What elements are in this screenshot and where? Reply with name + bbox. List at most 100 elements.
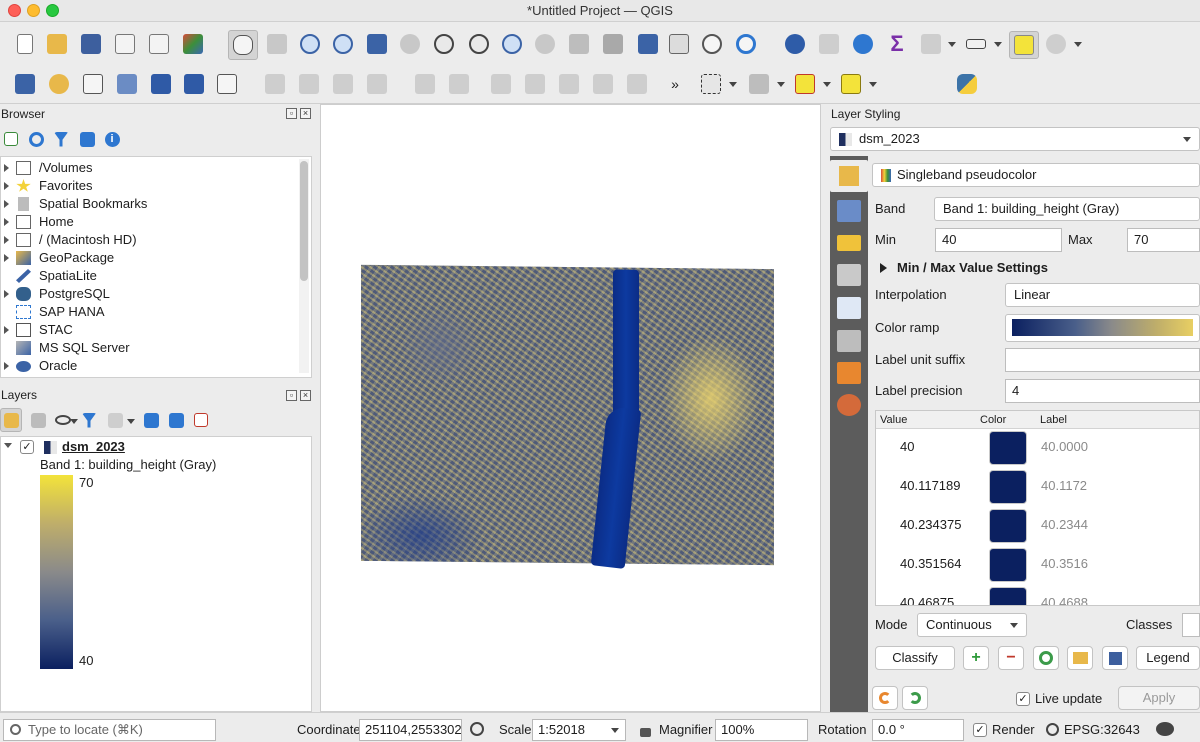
max-input[interactable]: 70: [1127, 228, 1200, 252]
expand-arrow-icon[interactable]: [4, 164, 9, 172]
processing-toolbox-button[interactable]: [850, 31, 876, 57]
expand-arrow-icon[interactable]: [4, 182, 9, 190]
tab-history[interactable]: [837, 362, 861, 384]
expand-all-button[interactable]: [140, 408, 162, 432]
help-button[interactable]: i: [101, 128, 123, 150]
open-layer-styling-button[interactable]: [0, 408, 22, 432]
browser-item-mssql[interactable]: MS SQL Server: [1, 339, 301, 357]
new-bookmark-button[interactable]: [566, 31, 592, 57]
pan-map-button[interactable]: [228, 30, 258, 60]
close-panel-icon[interactable]: ×: [300, 390, 311, 401]
browser-item-spatialite[interactable]: SpatiaLite: [1, 267, 301, 285]
new-print-layout-button[interactable]: [112, 31, 138, 57]
coordinate-input[interactable]: 251104,2553302: [359, 719, 462, 741]
map-canvas[interactable]: [320, 104, 821, 712]
render-checkbox[interactable]: ✓: [973, 723, 987, 737]
data-source-manager-button[interactable]: [12, 71, 38, 97]
expand-arrow-icon[interactable]: [4, 326, 9, 334]
filter-browser-button[interactable]: [50, 128, 72, 150]
add-group-button[interactable]: [27, 408, 49, 432]
zoom-in-button[interactable]: [297, 31, 323, 57]
zoom-native-button[interactable]: [466, 31, 492, 57]
chevron-down-icon[interactable]: [948, 42, 956, 47]
table-row[interactable]: 40 40.0000: [876, 429, 1199, 467]
load-colormap-button[interactable]: [1067, 646, 1093, 670]
table-row[interactable]: 40.234375 40.2344: [876, 507, 1199, 545]
paste-features-button[interactable]: [624, 71, 650, 97]
chevron-down-icon[interactable]: [777, 82, 785, 87]
color-swatch[interactable]: [989, 431, 1027, 465]
renderer-type-combo[interactable]: Singleband pseudocolor: [872, 163, 1200, 187]
tab-undo[interactable]: [837, 394, 861, 416]
zoom-out-button[interactable]: [330, 31, 356, 57]
select-by-value-button[interactable]: [746, 71, 772, 97]
interpolation-combo[interactable]: Linear: [1005, 283, 1200, 307]
browser-item-geopackage[interactable]: GeoPackage: [1, 249, 301, 267]
tab-rendering[interactable]: [837, 330, 861, 352]
float-panel-icon[interactable]: ▫: [286, 390, 297, 401]
expand-arrow-icon[interactable]: [4, 290, 9, 298]
live-update-checkbox[interactable]: ✓: [1016, 692, 1030, 706]
minmax-settings-header[interactable]: Min / Max Value Settings: [897, 259, 1048, 277]
delete-selected-button[interactable]: [522, 71, 548, 97]
toggle-editing-button[interactable]: [296, 71, 322, 97]
more-tools-button[interactable]: »: [662, 71, 688, 97]
add-raster-layer-button[interactable]: [181, 71, 207, 97]
new-geopackage-button[interactable]: [46, 71, 72, 97]
add-virtual-layer-button[interactable]: [214, 71, 240, 97]
toggle-extents-button[interactable]: [466, 718, 488, 740]
select-features-button[interactable]: [698, 71, 724, 97]
identify-features-button[interactable]: [782, 31, 808, 57]
tab-labels[interactable]: [837, 235, 861, 251]
column-header-value[interactable]: Value: [880, 411, 907, 429]
new-project-button[interactable]: [12, 31, 38, 57]
map-tips-button[interactable]: [1009, 31, 1039, 59]
open-table-button[interactable]: [918, 31, 944, 57]
tab-information[interactable]: [837, 297, 861, 319]
scrollbar-thumb[interactable]: [300, 161, 308, 281]
classify-button[interactable]: Classify: [875, 646, 955, 670]
browser-item-oracle[interactable]: Oracle: [1, 357, 301, 375]
zoom-next-button[interactable]: [532, 31, 558, 57]
color-ramp-combo[interactable]: [1005, 314, 1200, 342]
vertex-tool-button[interactable]: [446, 71, 472, 97]
remove-value-button[interactable]: −: [998, 646, 1024, 670]
classes-input[interactable]: [1182, 613, 1200, 637]
color-swatch[interactable]: [989, 509, 1027, 543]
new-map-view-button[interactable]: [635, 31, 661, 57]
undo-button[interactable]: [872, 686, 898, 710]
label-unit-suffix-input[interactable]: [1005, 348, 1200, 372]
table-row[interactable]: 40.46875 40.4688: [876, 585, 1199, 605]
scale-combo[interactable]: 1:52018: [532, 719, 626, 741]
python-console-button[interactable]: [954, 71, 980, 97]
expand-arrow-icon[interactable]: [4, 236, 9, 244]
add-selected-layers-button[interactable]: [0, 128, 22, 150]
close-panel-icon[interactable]: ×: [300, 108, 311, 119]
column-header-color[interactable]: Color: [980, 411, 1006, 429]
add-feature-button[interactable]: [412, 71, 438, 97]
apply-button[interactable]: Apply: [1118, 686, 1200, 710]
zoom-to-selection-button[interactable]: [397, 31, 423, 57]
browser-item-favorites[interactable]: Favorites: [1, 177, 301, 195]
temporal-controller-button[interactable]: [699, 31, 725, 57]
zoom-to-layer-button[interactable]: [431, 31, 457, 57]
browser-item-volumes[interactable]: /Volumes: [1, 159, 301, 177]
chevron-down-icon[interactable]: [70, 419, 78, 424]
chevron-down-icon[interactable]: [1074, 42, 1082, 47]
layout-manager-button[interactable]: [146, 31, 172, 57]
browser-item-sap-hana[interactable]: SAP HANA: [1, 303, 301, 321]
copy-features-button[interactable]: [590, 71, 616, 97]
legend-settings-button[interactable]: Legend: [1136, 646, 1200, 670]
reverse-button[interactable]: [1033, 646, 1059, 670]
mode-combo[interactable]: Continuous: [917, 613, 1027, 637]
new-3d-view-button[interactable]: [666, 31, 692, 57]
browser-item-stac[interactable]: STAC: [1, 321, 301, 339]
messages-icon[interactable]: [1156, 722, 1174, 736]
table-row[interactable]: 40.117189 40.1172: [876, 468, 1199, 506]
collapse-all-button[interactable]: [165, 408, 187, 432]
lock-scale-button[interactable]: [636, 718, 654, 740]
pan-to-selection-button[interactable]: [264, 31, 290, 57]
label-precision-input[interactable]: 4: [1005, 379, 1200, 403]
add-value-button[interactable]: +: [963, 646, 989, 670]
filter-legend-button[interactable]: [78, 408, 100, 432]
